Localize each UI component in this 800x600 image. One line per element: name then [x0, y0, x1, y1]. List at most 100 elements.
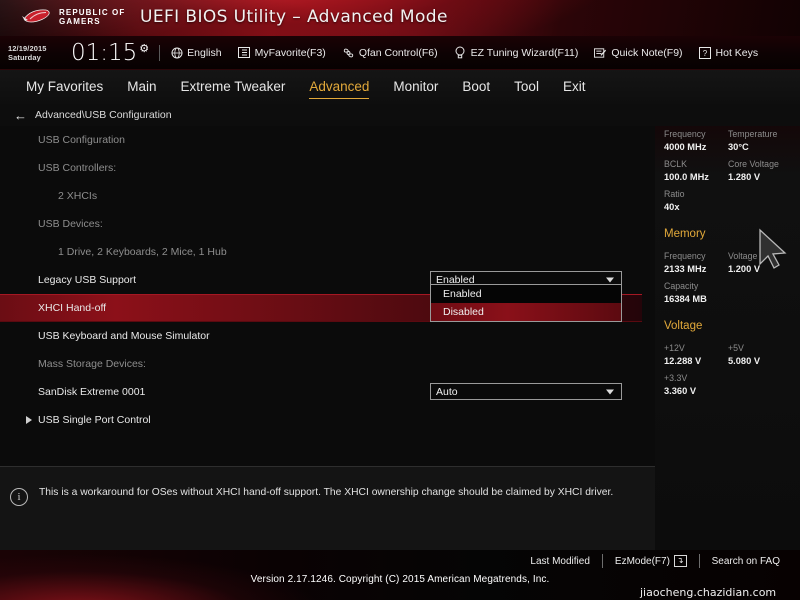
hw-key: Frequency — [664, 251, 706, 261]
toolbar-divider — [159, 44, 161, 61]
question-key-icon: ? — [699, 46, 712, 59]
tab-extreme-tweaker[interactable]: Extreme Tweaker — [181, 77, 286, 97]
label-legacy-usb-support: Legacy USB Support — [38, 274, 137, 286]
info-row-usb-devices: USB Devices: — [0, 210, 655, 238]
hardware-monitor-panel: Hardware Monitor CPU Frequency 4000 MHz … — [655, 70, 800, 550]
hw-cpu-temperature: Temperature 30°C — [728, 122, 792, 152]
rog-line-2: GAMERS — [59, 17, 101, 26]
breadcrumb: ← Advanced\USB Configuration — [0, 104, 800, 126]
dropdown-option-disabled[interactable]: Disabled — [431, 303, 621, 321]
bulb-icon — [454, 46, 467, 59]
toolbar-item-eztuning[interactable]: EZ Tuning Wizard(F11) — [454, 46, 578, 59]
ezmode-label: EzMode(F7) — [614, 555, 670, 567]
hw-key: Capacity — [664, 281, 699, 291]
list-icon — [238, 46, 251, 59]
hw-cpu-core-voltage: Core Voltage 1.280 V — [728, 152, 792, 182]
breadcrumb-path: Advanced\USB Configuration — [35, 109, 172, 121]
header-bar: REPUBLIC OF GAMERS UEFI BIOS Utility – A… — [0, 0, 800, 36]
hw-memory-row-2: Capacity 16384 MB — [664, 274, 800, 304]
date-text: 12/19/2015 — [8, 43, 47, 53]
globe-icon — [170, 46, 183, 59]
toolbar-item-hotkeys[interactable]: ? Hot Keys — [699, 46, 759, 59]
hw-key: +3.3V — [664, 373, 688, 383]
dropdown-option-enabled[interactable]: Enabled — [431, 285, 621, 303]
watermark-url: jiaocheng.chazidian.com — [640, 586, 777, 599]
chevron-down-icon — [606, 389, 614, 394]
fan-icon — [342, 46, 355, 59]
main-nav-tabs: My Favorites Main Extreme Tweaker Advanc… — [0, 70, 800, 104]
page-title: UEFI BIOS Utility – Advanced Mode — [140, 7, 448, 27]
hw-section-voltage-title: Voltage — [664, 320, 703, 332]
hw-value: 3.360 V — [664, 386, 697, 396]
dropdown-sandisk-extreme[interactable]: Auto — [430, 383, 622, 400]
toolbar-item-quicknote[interactable]: Quick Note(F9) — [594, 46, 683, 59]
label-usb-devices: USB Devices: — [38, 218, 103, 230]
tab-boot[interactable]: Boot — [462, 77, 490, 97]
label-sandisk-extreme: SanDisk Extreme 0001 — [38, 386, 146, 398]
hw-value: 2133 MHz — [664, 264, 707, 274]
label-mass-storage-devices: Mass Storage Devices: — [38, 358, 146, 370]
toolbar-item-qfan[interactable]: Qfan Control(F6) — [342, 46, 438, 59]
day-text: Saturday — [8, 52, 41, 62]
hw-voltage-row-1: +12V 12.288 V +5V 5.080 V — [664, 336, 800, 366]
hw-voltage-12v: +12V 12.288 V — [664, 336, 728, 366]
hw-cpu-row-2: BCLK 100.0 MHz Core Voltage 1.280 V — [664, 152, 800, 182]
hw-value: 100.0 MHz — [664, 172, 709, 182]
help-panel: i This is a workaround for OSes without … — [0, 466, 655, 550]
clock-display: 01:15 — [71, 39, 138, 66]
hw-key: BCLK — [664, 159, 687, 169]
hw-key: +12V — [664, 343, 685, 353]
toolbar-item-myfavorite[interactable]: MyFavorite(F3) — [238, 46, 326, 59]
search-faq-button[interactable]: Search on FAQ — [700, 556, 792, 567]
hw-cpu-row-1: Frequency 4000 MHz Temperature 30°C — [664, 122, 800, 152]
label-usb-single-port-control: USB Single Port Control — [38, 414, 151, 426]
info-row-device-list: 1 Drive, 2 Keyboards, 2 Mice, 1 Hub — [0, 238, 655, 266]
info-icon: i — [10, 488, 28, 506]
hw-cpu-row-3: Ratio 40x — [664, 182, 800, 212]
tab-my-favorites[interactable]: My Favorites — [26, 77, 103, 97]
hw-value: 30°C — [728, 142, 749, 152]
toolbar-item-language[interactable]: English — [170, 46, 222, 59]
toolbar-label-hotkeys: Hot Keys — [715, 46, 759, 59]
hw-cpu-bclk: BCLK 100.0 MHz — [664, 152, 728, 182]
ezmode-button[interactable]: EzMode(F7) ↴ — [603, 555, 699, 567]
submenu-row-usb-single-port-control[interactable]: USB Single Port Control — [0, 406, 655, 434]
hw-value: 40x — [664, 202, 680, 212]
hw-memory-frequency: Frequency 2133 MHz — [664, 244, 728, 274]
version-text: Version 2.17.1246. Copyright (C) 2015 Am… — [250, 574, 550, 585]
hw-value: 1.280 V — [728, 172, 761, 182]
tab-main[interactable]: Main — [127, 77, 156, 97]
last-modified-button[interactable]: Last Modified — [518, 556, 601, 567]
toolbar-label-myfavorite: MyFavorite(F3) — [254, 46, 326, 59]
gear-icon[interactable]: ⚙ — [139, 42, 149, 55]
hw-value: 12.288 V — [664, 356, 702, 366]
hw-value: 5.080 V — [728, 356, 761, 366]
note-icon — [594, 46, 607, 59]
back-arrow-icon[interactable]: ← — [14, 109, 27, 122]
setting-row-usb-kb-mouse-simulator[interactable]: USB Keyboard and Mouse Simulator — [0, 322, 655, 350]
label-usb-kb-mouse-simulator: USB Keyboard and Mouse Simulator — [38, 330, 210, 342]
tab-monitor[interactable]: Monitor — [393, 77, 438, 97]
hw-value: 4000 MHz — [664, 142, 707, 152]
hw-value: 16384 MB — [664, 294, 707, 304]
setting-row-sandisk-extreme[interactable]: SanDisk Extreme 0001 Auto — [0, 378, 655, 406]
rog-line-1: REPUBLIC OF — [59, 8, 126, 17]
info-row-usb-configuration: USB Configuration — [0, 126, 655, 154]
toolbar: 12/19/2015 Saturday 01:15 ⚙ English MyFa… — [0, 36, 800, 70]
tab-advanced[interactable]: Advanced — [309, 77, 370, 99]
tab-exit[interactable]: Exit — [563, 77, 586, 97]
rog-eye-icon — [22, 7, 52, 27]
date-display: 12/19/2015 Saturday — [8, 44, 70, 62]
info-row-usb-controllers: USB Controllers: — [0, 154, 655, 182]
hw-cpu-frequency: Frequency 4000 MHz — [664, 122, 728, 152]
bios-screen: REPUBLIC OF GAMERS UEFI BIOS Utility – A… — [0, 0, 800, 600]
help-text: This is a workaround for OSes without XH… — [39, 487, 614, 498]
enter-arrow-icon: ↴ — [673, 555, 687, 567]
label-usb-controllers: USB Controllers: — [38, 162, 117, 174]
footer-links: Last Modified EzMode(F7) ↴ Search on FAQ — [518, 554, 792, 568]
hw-cpu-ratio: Ratio 40x — [664, 182, 728, 212]
hw-voltage-5v: +5V 5.080 V — [728, 336, 792, 366]
open-dropdown-xhci-handoff[interactable]: Enabled Disabled — [430, 284, 622, 322]
tab-tool[interactable]: Tool — [514, 77, 539, 97]
hw-voltage-33v: +3.3V 3.360 V — [664, 366, 728, 396]
